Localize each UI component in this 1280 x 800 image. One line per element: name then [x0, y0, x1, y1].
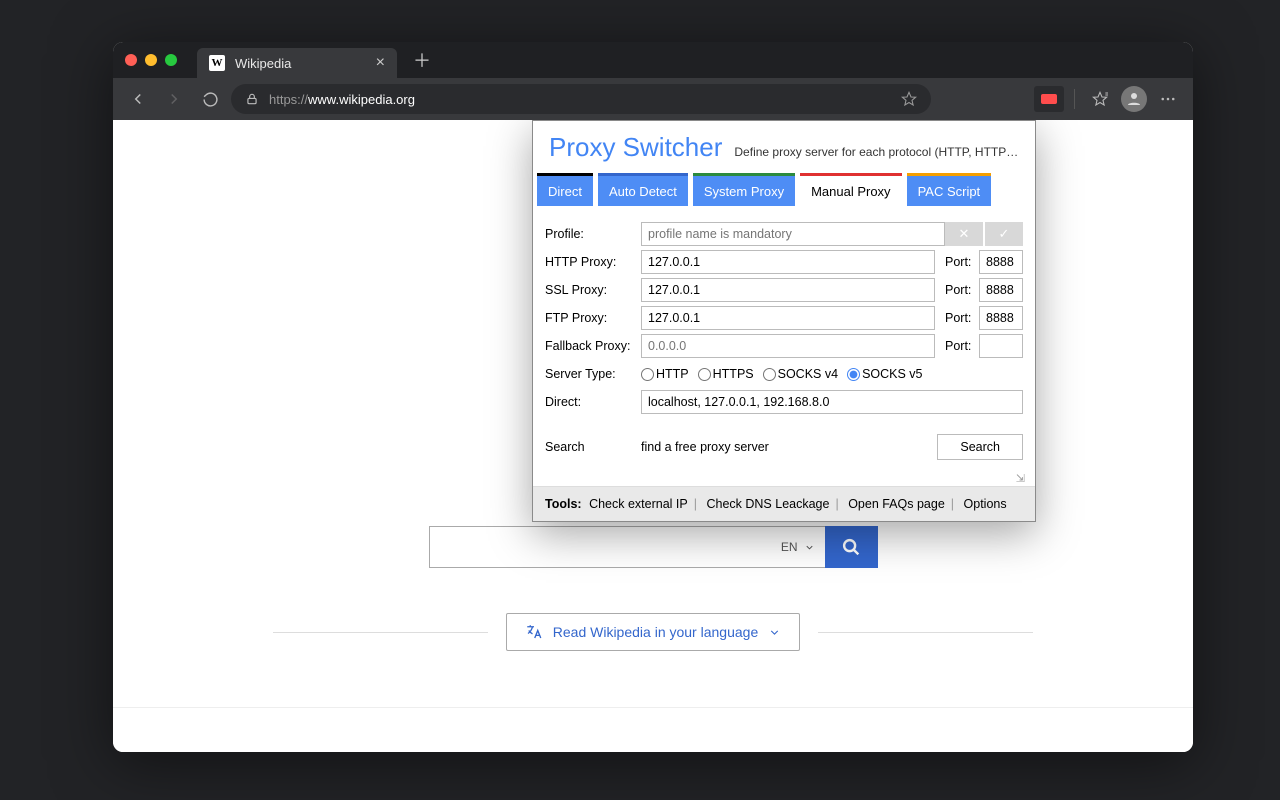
tab-system-proxy[interactable]: System Proxy: [693, 173, 795, 206]
tool-check-ip[interactable]: Check external IP: [589, 497, 688, 511]
search-icon: [840, 536, 862, 558]
proxy-tabs: Direct Auto Detect System Proxy Manual P…: [533, 173, 1035, 206]
proxy-header: Proxy Switcher Define proxy server for e…: [533, 121, 1035, 173]
search-proxy-button[interactable]: Search: [937, 434, 1023, 460]
search-button[interactable]: [825, 526, 878, 568]
titlebar: W Wikipedia × ＋: [113, 42, 1193, 78]
http-port-input[interactable]: [979, 250, 1023, 274]
browser-tab[interactable]: W Wikipedia ×: [197, 48, 397, 78]
close-window-icon[interactable]: [125, 54, 137, 66]
minimize-window-icon[interactable]: [145, 54, 157, 66]
bookmark-icon[interactable]: [901, 91, 917, 107]
tab-title: Wikipedia: [235, 56, 291, 71]
ssl-port-input[interactable]: [979, 278, 1023, 302]
fallback-proxy-input[interactable]: [641, 334, 935, 358]
server-type-label: Server Type:: [545, 367, 641, 381]
refresh-button[interactable]: [195, 84, 225, 114]
ssl-proxy-label: SSL Proxy:: [545, 283, 641, 297]
port-label: Port:: [945, 339, 979, 353]
server-type-socks5[interactable]: SOCKS v5: [847, 367, 922, 381]
address-bar[interactable]: https://www.wikipedia.org: [231, 84, 931, 114]
direct-input[interactable]: [641, 390, 1023, 414]
ftp-port-input[interactable]: [979, 306, 1023, 330]
server-type-http[interactable]: HTTP: [641, 367, 689, 381]
tab-direct[interactable]: Direct: [537, 173, 593, 206]
fallback-proxy-label: Fallback Proxy:: [545, 339, 641, 353]
port-label: Port:: [945, 283, 979, 297]
server-type-socks4[interactable]: SOCKS v4: [763, 367, 838, 381]
tool-open-faqs[interactable]: Open FAQs page: [848, 497, 945, 511]
server-type-https[interactable]: HTTPS: [698, 367, 754, 381]
forward-button[interactable]: [159, 84, 189, 114]
proxy-switcher-extension-icon[interactable]: [1034, 86, 1064, 112]
more-menu-icon[interactable]: [1153, 84, 1183, 114]
tool-check-dns[interactable]: Check DNS Leackage: [706, 497, 829, 511]
proxy-switcher-panel: Proxy Switcher Define proxy server for e…: [532, 120, 1036, 522]
search-hint: find a free proxy server: [641, 440, 937, 454]
new-tab-button[interactable]: ＋: [413, 47, 431, 73]
lock-icon: [245, 92, 259, 106]
port-label: Port:: [945, 255, 979, 269]
proxy-body: Profile: ✕ ✓ HTTP Proxy: Port: SSL Proxy…: [533, 206, 1035, 472]
favorites-icon[interactable]: [1085, 84, 1115, 114]
chevron-down-icon[interactable]: [804, 542, 815, 553]
ftp-proxy-label: FTP Proxy:: [545, 311, 641, 325]
proxy-title: Proxy Switcher: [549, 132, 722, 163]
url: https://www.wikipedia.org: [269, 92, 415, 107]
search-row: EN: [429, 526, 878, 568]
tools-bar: Tools: Check external IP| Check DNS Leac…: [533, 486, 1035, 521]
divider-line: [273, 632, 488, 633]
ssl-proxy-input[interactable]: [641, 278, 935, 302]
fallback-port-input[interactable]: [979, 334, 1023, 358]
favicon: W: [209, 55, 225, 71]
server-type-group: HTTP HTTPS SOCKS v4 SOCKS v5: [641, 367, 931, 381]
toolbar: https://www.wikipedia.org: [113, 78, 1193, 120]
browser-window: W Wikipedia × ＋ https://www.wikipedia.or…: [113, 42, 1193, 752]
divider-line: [818, 632, 1033, 633]
toolbar-divider: [1074, 89, 1075, 109]
resize-handle-icon[interactable]: ⇲: [533, 472, 1035, 486]
back-button[interactable]: [123, 84, 153, 114]
profile-save-button[interactable]: ✓: [985, 222, 1023, 246]
tools-label: Tools:: [545, 497, 582, 511]
read-language-label: Read Wikipedia in your language: [553, 624, 758, 640]
profile-cancel-button[interactable]: ✕: [945, 222, 983, 246]
tab-close-icon[interactable]: ×: [376, 54, 385, 72]
search-label: Search: [545, 440, 641, 454]
proxy-subtitle: Define proxy server for each protocol (H…: [734, 145, 1021, 163]
http-proxy-input[interactable]: [641, 250, 935, 274]
http-proxy-label: HTTP Proxy:: [545, 255, 641, 269]
direct-label: Direct:: [545, 395, 641, 409]
search-input[interactable]: EN: [429, 526, 825, 568]
chevron-down-icon: [768, 626, 781, 639]
tab-pac-script[interactable]: PAC Script: [907, 173, 992, 206]
profile-label: Profile:: [545, 227, 641, 241]
port-label: Port:: [945, 311, 979, 325]
maximize-window-icon[interactable]: [165, 54, 177, 66]
window-controls: [125, 54, 177, 66]
page-content: English 6 024 000+ articles Español 1 57…: [113, 120, 1193, 752]
search-lang-label: EN: [781, 540, 798, 554]
tab-auto-detect[interactable]: Auto Detect: [598, 173, 688, 206]
profile-input[interactable]: [641, 222, 945, 246]
tool-options[interactable]: Options: [964, 497, 1007, 511]
read-language-row: Read Wikipedia in your language: [273, 613, 1033, 651]
ftp-proxy-input[interactable]: [641, 306, 935, 330]
read-language-button[interactable]: Read Wikipedia in your language: [506, 613, 800, 651]
translate-icon: [525, 623, 543, 641]
tab-manual-proxy[interactable]: Manual Proxy: [800, 173, 901, 206]
profile-avatar[interactable]: [1121, 86, 1147, 112]
page-divider: [113, 707, 1193, 708]
